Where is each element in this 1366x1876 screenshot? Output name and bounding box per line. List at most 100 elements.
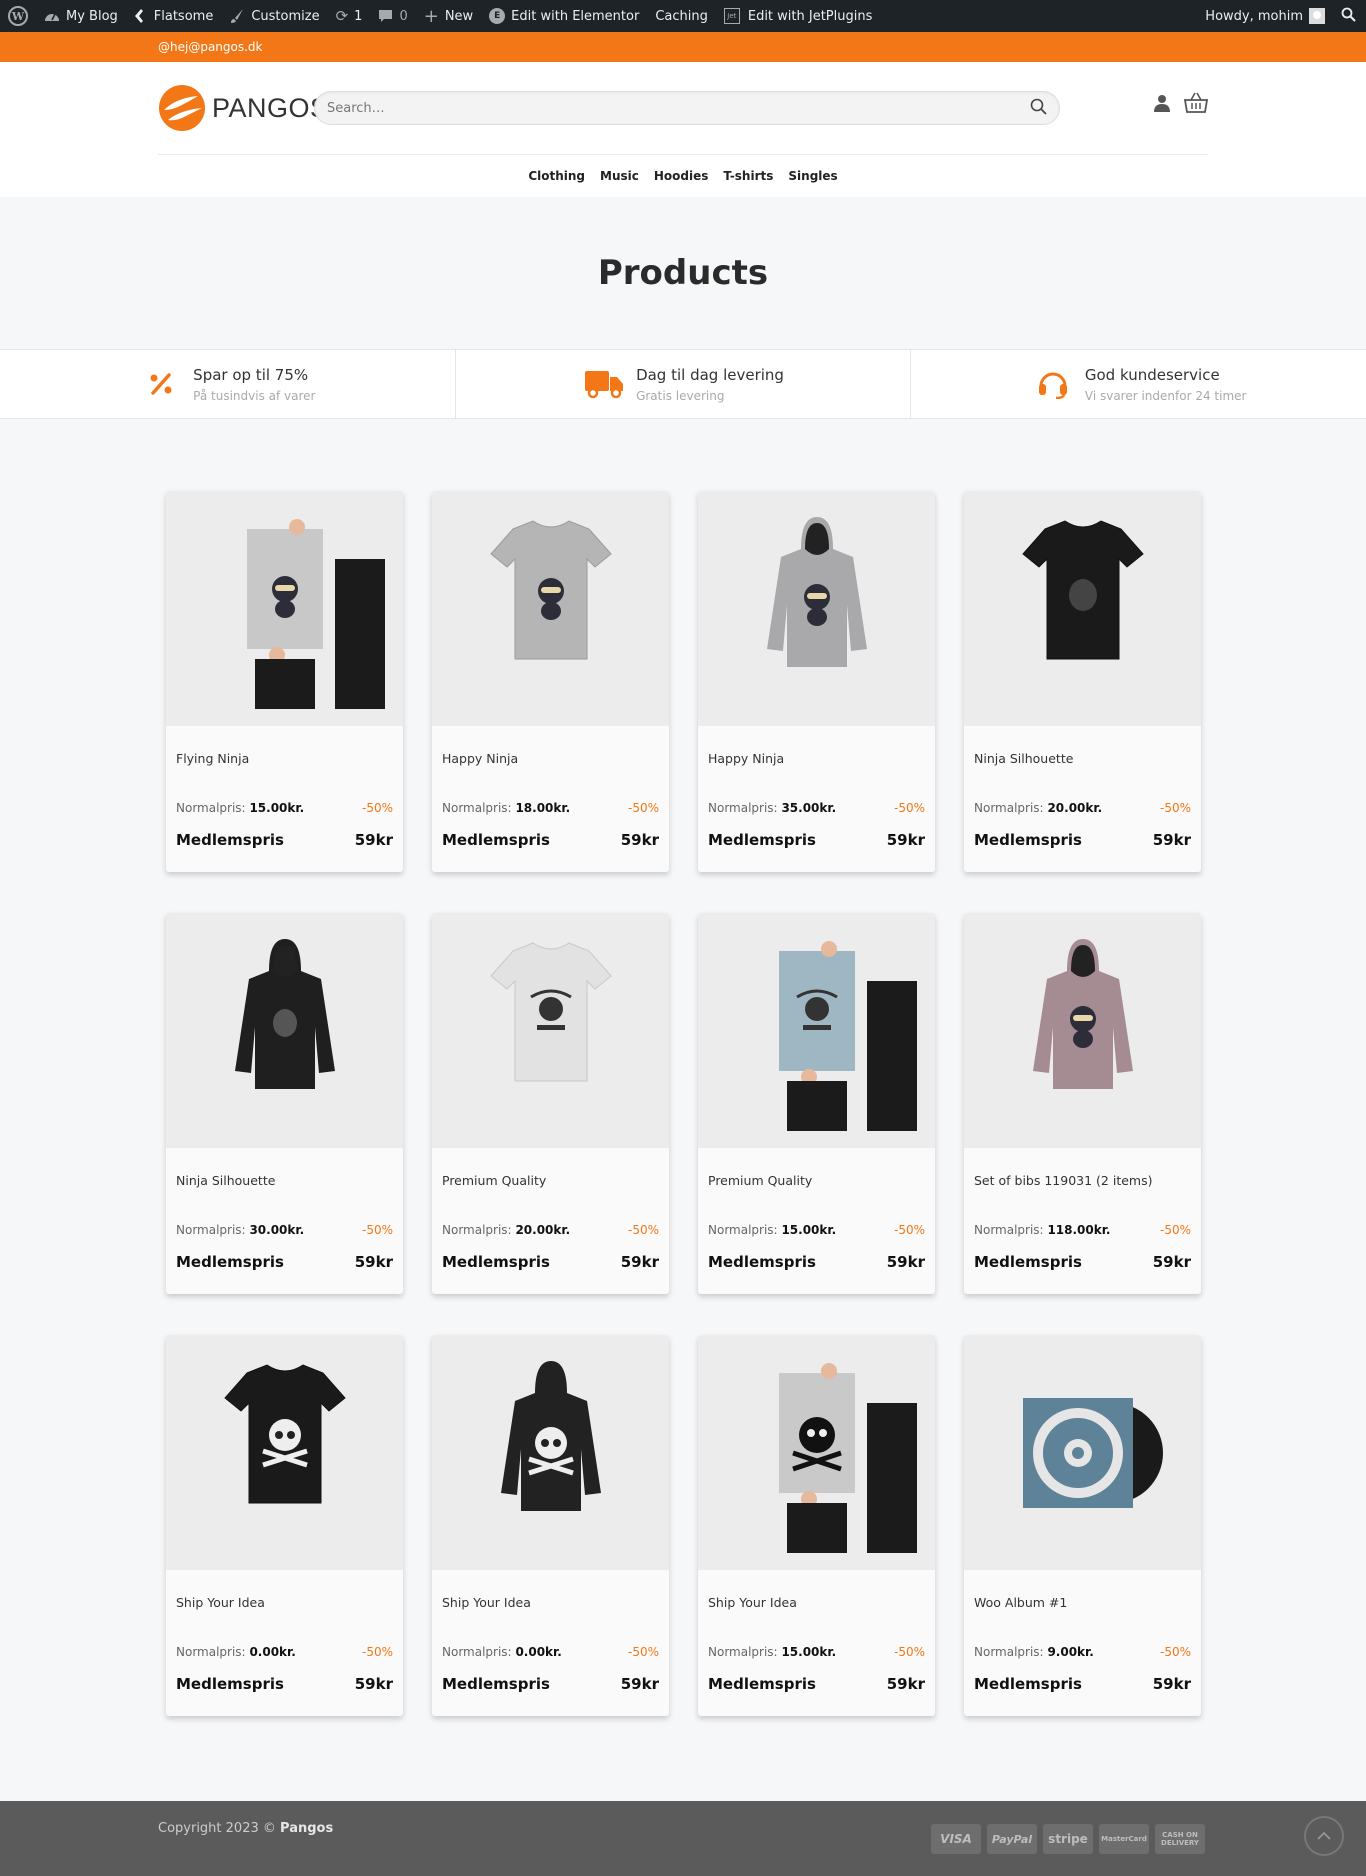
usp-title: Spar op til 75% [193,365,309,384]
mastercard-icon: MasterCard [1099,1824,1149,1854]
product-name[interactable]: Premium Quality [708,1173,925,1193]
usp-subtitle: Gratis levering [636,388,725,403]
nav-item-music[interactable]: Music [600,169,639,183]
caching-link[interactable]: Caching [647,0,716,32]
search-submit-icon[interactable] [1030,98,1047,119]
discount-badge: -50% [627,1223,659,1237]
product-card[interactable]: Set of bibs 119031 (2 items) Normalpris:… [964,913,1201,1294]
contact-email[interactable]: @hej@pangos.dk [158,40,263,54]
edit-elementor-link[interactable]: E Edit with Elementor [481,0,647,32]
usp-subtitle: På tusindvis af varer [193,388,316,403]
product-name[interactable]: Ship Your Idea [176,1595,393,1615]
top-bar: @hej@pangos.dk [0,32,1366,62]
normal-price-label: Normalpris: [974,1645,1044,1659]
product-name[interactable]: Set of bibs 119031 (2 items) [974,1173,1191,1193]
product-grid: Flying Ninja Normalpris: 15.00kr. -50% M… [166,491,1201,1716]
member-price: 59kr [354,1675,393,1693]
product-image[interactable] [698,913,935,1148]
member-price-label: Medlemspris [974,831,1082,849]
product-card[interactable]: Ninja Silhouette Normalpris: 20.00kr. -5… [964,491,1201,872]
visa-icon: VISA [931,1824,981,1854]
discount-badge: -50% [361,801,393,815]
product-card[interactable]: Ship Your Idea Normalpris: 0.00kr. -50% … [166,1335,403,1716]
comment-icon [378,9,393,23]
customize-link[interactable]: Customize [221,0,327,32]
member-price: 59kr [354,1253,393,1271]
product-card[interactable]: Woo Album #1 Normalpris: 9.00kr. -50% Me… [964,1335,1201,1716]
product-image[interactable] [964,491,1201,726]
member-price-label: Medlemspris [176,1675,284,1693]
nav-item-tshirts[interactable]: T-shirts [723,169,773,183]
product-image[interactable] [432,491,669,726]
product-image[interactable] [964,913,1201,1148]
flatsome-link[interactable]: Flatsome [126,0,222,32]
product-card[interactable]: Happy Ninja Normalpris: 18.00kr. -50% Me… [432,491,669,872]
usp-title: Dag til dag levering [636,365,784,384]
product-name[interactable]: Ninja Silhouette [176,1173,393,1193]
discount-badge: -50% [627,1645,659,1659]
product-card[interactable]: Flying Ninja Normalpris: 15.00kr. -50% M… [166,491,403,872]
discount-badge: -50% [361,1223,393,1237]
pangos-logo-icon [158,84,206,132]
product-image[interactable] [432,913,669,1148]
wp-logo-menu[interactable]: W [0,0,36,32]
member-price: 59kr [620,1675,659,1693]
product-image[interactable] [964,1335,1201,1570]
comments-count: 0 [399,8,408,24]
product-name[interactable]: Happy Ninja [708,751,925,771]
discount-badge: -50% [361,1645,393,1659]
cart-basket-icon[interactable] [1183,92,1209,118]
nav-item-clothing[interactable]: Clothing [528,169,585,183]
normal-price: 0.00kr. [515,1645,562,1659]
product-card[interactable]: Ship Your Idea Normalpris: 0.00kr. -50% … [432,1335,669,1716]
nav-item-singles[interactable]: Singles [788,169,837,183]
product-name[interactable]: Happy Ninja [442,751,659,771]
admin-search-button[interactable] [1333,0,1366,32]
dashboard-icon [44,9,60,23]
product-name[interactable]: Ninja Silhouette [974,751,1191,771]
product-card[interactable]: Happy Ninja Normalpris: 35.00kr. -50% Me… [698,491,935,872]
nav-item-hoodies[interactable]: Hoodies [654,169,709,183]
product-card[interactable]: Premium Quality Normalpris: 20.00kr. -50… [432,913,669,1294]
normal-price-label: Normalpris: [176,801,246,815]
edit-jet-link[interactable]: Jet Edit with JetPlugins [716,0,881,32]
updates-link[interactable]: ⟳ 1 [328,0,371,32]
normal-price-label: Normalpris: [708,1645,778,1659]
product-image[interactable] [166,491,403,726]
product-name[interactable]: Premium Quality [442,1173,659,1193]
product-name[interactable]: Woo Album #1 [974,1595,1191,1615]
back-to-top-button[interactable] [1304,1816,1344,1856]
product-image[interactable] [166,913,403,1148]
my-blog-link[interactable]: My Blog [36,0,126,32]
flatsome-label: Flatsome [153,8,214,24]
product-name[interactable]: Ship Your Idea [442,1595,659,1615]
jet-label: Edit with JetPlugins [747,8,873,24]
page-title: Products [597,253,769,293]
product-image[interactable] [166,1335,403,1570]
normal-price-label: Normalpris: [708,1223,778,1237]
headset-icon [1031,369,1075,399]
usp-delivery: Dag til dag levering Gratis levering [456,350,912,418]
jet-icon: Jet [723,8,740,24]
my-account-menu[interactable]: Howdy, mohim [1197,0,1333,32]
member-price: 59kr [886,1675,925,1693]
usp-subtitle: Vi svarer indenfor 24 timer [1084,388,1247,403]
new-content-link[interactable]: + New [416,0,481,32]
wp-admin-bar: W My Blog Flatsome Customize ⟳ 1 0 + New E… [0,0,1366,32]
product-name[interactable]: Flying Ninja [176,751,393,771]
paypal-icon: PayPal [987,1824,1037,1854]
product-card[interactable]: Ninja Silhouette Normalpris: 30.00kr. -5… [166,913,403,1294]
product-image[interactable] [698,491,935,726]
product-name[interactable]: Ship Your Idea [708,1595,925,1615]
caching-label: Caching [655,8,708,24]
product-card[interactable]: Premium Quality Normalpris: 15.00kr. -50… [698,913,935,1294]
account-icon[interactable] [1152,93,1172,117]
flatsome-icon [134,8,148,24]
product-image[interactable] [432,1335,669,1570]
normal-price: 18.00kr. [515,801,571,815]
product-image[interactable] [698,1335,935,1570]
product-card[interactable]: Ship Your Idea Normalpris: 15.00kr. -50%… [698,1335,935,1716]
comments-link[interactable]: 0 [370,0,415,32]
search-input[interactable] [327,100,1030,116]
usp-title: God kundeservice [1084,365,1220,384]
